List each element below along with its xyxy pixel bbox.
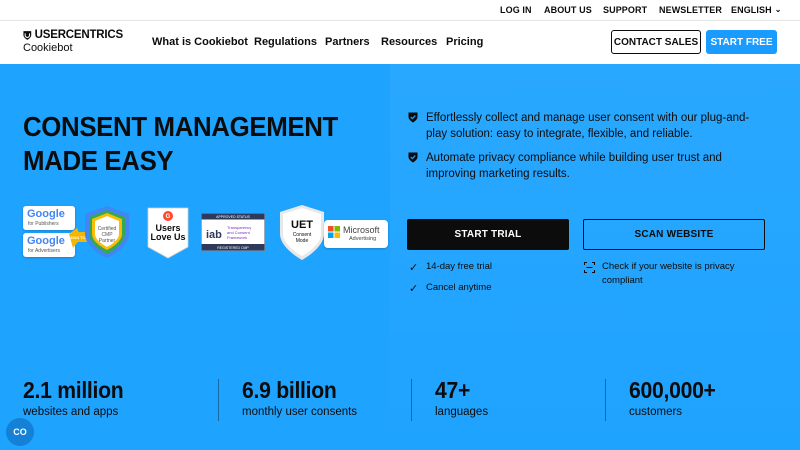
utility-bar: LOG IN ABOUT US SUPPORT NEWSLETTER ENGLI… xyxy=(0,0,800,21)
cmp-line-3: Partner xyxy=(99,238,116,244)
iab-tcf-badge: APPROVED STATUS iab Transparency and Con… xyxy=(201,213,265,251)
microsoft-name: Microsoft xyxy=(343,225,380,235)
shield-check-icon xyxy=(408,112,418,123)
login-link[interactable]: LOG IN xyxy=(500,5,532,15)
shield-check-icon xyxy=(408,152,418,163)
g2-line-2: Love Us xyxy=(150,232,185,242)
headline-line-1: CONSENT MANAGEMENT xyxy=(23,111,338,142)
perk-text: 14-day free trial xyxy=(426,261,493,272)
stat-customers: 600,000+ customers xyxy=(629,376,723,418)
stat-label: languages xyxy=(435,406,489,418)
uet-line-2: Mode xyxy=(296,238,309,244)
google-publishers-wordmark: Google xyxy=(27,208,65,220)
certified-cmp-partner-badge: 2024 TCF Certified CMP Partner xyxy=(69,206,129,258)
stat-label: monthly user consents xyxy=(242,406,358,418)
microsoft-logo-icon xyxy=(328,226,340,238)
google-advertisers-sub: for Advertisers xyxy=(28,248,60,254)
microsoft-sub: Advertising xyxy=(349,236,377,242)
nav-pricing[interactable]: Pricing xyxy=(446,36,483,48)
svg-text:Framework: Framework xyxy=(227,235,247,240)
perk-text: Cancel anytime xyxy=(426,282,492,293)
newsletter-link[interactable]: NEWSLETTER xyxy=(659,5,722,15)
scan-perk-line-2: compliant xyxy=(602,275,643,286)
stat-value: 47+ xyxy=(435,377,471,403)
language-selector[interactable]: ENGLISH ⌄ xyxy=(731,5,782,15)
nav-regulations[interactable]: Regulations xyxy=(254,36,317,48)
product-name: Cookiebot xyxy=(23,42,73,54)
g2-users-love-us-badge: G Users Love Us xyxy=(147,207,189,259)
hero-bullets: Effortlessly collect and manage user con… xyxy=(408,110,758,190)
scan-icon xyxy=(584,262,595,273)
start-free-button[interactable]: START FREE xyxy=(706,30,777,54)
stat-websites: 2.1 million websites and apps xyxy=(23,376,132,418)
logo[interactable]: USERCENTRICS Cookiebot xyxy=(23,29,123,57)
stat-value: 6.9 billion xyxy=(242,377,337,403)
stat-label: websites and apps xyxy=(23,406,119,418)
svg-text:G: G xyxy=(166,214,171,220)
scan-website-button[interactable]: SCAN WEBSITE xyxy=(583,219,765,250)
stat-value: 600,000+ xyxy=(629,377,716,403)
support-link[interactable]: SUPPORT xyxy=(603,5,647,15)
perk-free-trial: ✓ 14-day free trial xyxy=(409,260,493,274)
bullet-item: Automate privacy compliance while buildi… xyxy=(408,150,758,182)
uet-consent-mode-badge: UET Consent Mode xyxy=(280,205,324,260)
about-link[interactable]: ABOUT US xyxy=(544,5,592,15)
stat-label: customers xyxy=(629,406,683,418)
check-icon: ✓ xyxy=(409,262,419,274)
language-label: ENGLISH xyxy=(731,5,772,15)
iab-status: APPROVED STATUS xyxy=(216,215,250,219)
start-trial-button[interactable]: START TRIAL xyxy=(407,219,569,250)
scan-perk-line-1: Check if your website is privacy xyxy=(602,261,735,272)
headline-line-2: MADE EASY xyxy=(23,145,174,176)
google-publishers-sub: for Publishers xyxy=(28,221,59,227)
nav-partners[interactable]: Partners xyxy=(325,36,370,48)
perk-cancel-anytime: ✓ Cancel anytime xyxy=(409,281,492,295)
stat-consents: 6.9 billion monthly user consents xyxy=(242,376,357,418)
uet-title: UET xyxy=(291,219,313,231)
bullet-text: Effortlessly collect and manage user con… xyxy=(426,112,750,140)
brand-name: USERCENTRICS xyxy=(34,29,124,41)
contact-sales-button[interactable]: CONTACT SALES xyxy=(611,30,701,54)
certification-badges: Google for Publishers Google for Adverti… xyxy=(23,204,393,264)
bullet-text: Automate privacy compliance while buildi… xyxy=(426,152,722,180)
iab-footer: REGISTERED CMP xyxy=(217,246,249,250)
hero-headline: CONSENT MANAGEMENT MADE EASY xyxy=(23,110,361,178)
microsoft-advertising-badge: Microsoft Advertising xyxy=(324,220,388,248)
stat-divider xyxy=(411,379,412,421)
main-nav: USERCENTRICS Cookiebot What is Cookiebot… xyxy=(0,21,800,64)
shield-logo-icon xyxy=(23,30,32,40)
chevron-down-icon: ⌄ xyxy=(774,5,782,14)
stat-divider xyxy=(605,379,606,421)
bullet-item: Effortlessly collect and manage user con… xyxy=(408,110,758,142)
stat-value: 2.1 million xyxy=(23,377,124,403)
stat-divider xyxy=(218,379,219,421)
stat-languages: 47+ languages xyxy=(435,376,488,418)
iab-logo-text: iab xyxy=(206,229,222,241)
nav-what-is-cookiebot[interactable]: What is Cookiebot xyxy=(152,36,248,48)
hero-section: CONSENT MANAGEMENT MADE EASY Google for … xyxy=(0,64,800,450)
check-icon: ✓ xyxy=(409,283,419,295)
google-advertisers-wordmark: Google xyxy=(27,235,65,247)
perk-scan-compliance: Check if your website is privacy complia… xyxy=(584,260,752,288)
cookie-settings-button[interactable]: CO xyxy=(6,418,34,446)
nav-resources[interactable]: Resources xyxy=(381,36,437,48)
